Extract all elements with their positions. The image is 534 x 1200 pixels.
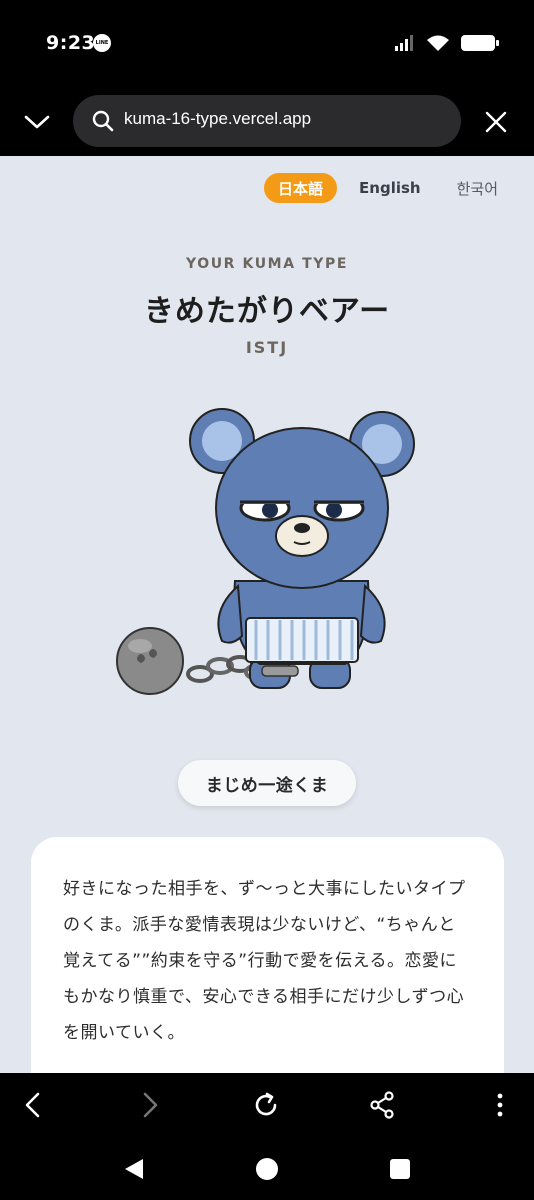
reload-button[interactable]	[248, 1087, 284, 1123]
nav-back-icon	[125, 1159, 143, 1179]
bear-illustration	[116, 408, 415, 695]
url-field[interactable]: kuma-16-type.vercel.app	[73, 95, 461, 147]
lang-english-button[interactable]: English	[345, 173, 435, 203]
status-bar: 9:23 LINE	[0, 0, 534, 88]
web-page: 日本語 English 한국어 YOUR KUMA TYPE きめたがりベアー …	[0, 156, 534, 1073]
back-button[interactable]	[15, 1087, 51, 1123]
status-time: 9:23	[46, 32, 96, 54]
close-tab-button[interactable]	[480, 106, 512, 138]
description-text: 好きになった相手を、ず〜っと大事にしたいタイプのくま。派手な愛情表現は少ないけど…	[63, 879, 466, 1043]
forward-icon	[143, 1092, 158, 1118]
browser-address-bar: kuma-16-type.vercel.app	[0, 88, 534, 156]
description-card: 好きになった相手を、ず〜っと大事にしたいタイプのくま。派手な愛情表現は少ないけど…	[31, 837, 504, 1073]
system-navigation-bar	[0, 1137, 534, 1200]
reload-icon	[255, 1092, 277, 1116]
share-button[interactable]	[364, 1087, 400, 1123]
nav-recents-button[interactable]	[388, 1157, 412, 1181]
nav-recents-icon	[390, 1159, 410, 1179]
wifi-icon	[427, 35, 449, 51]
url-text: kuma-16-type.vercel.app	[124, 109, 312, 128]
striped-shorts	[245, 617, 359, 663]
more-button[interactable]	[482, 1087, 518, 1123]
lang-korean-button[interactable]: 한국어	[443, 173, 512, 203]
search-icon	[92, 110, 114, 132]
type-tag-chip: まじめ一途くま	[178, 760, 356, 806]
nav-home-icon	[256, 1158, 278, 1180]
type-label: YOUR KUMA TYPE	[185, 256, 349, 272]
back-icon	[25, 1092, 40, 1118]
more-icon	[497, 1093, 503, 1117]
chevron-down-icon	[24, 115, 50, 129]
signal-icon	[395, 35, 413, 51]
forward-button[interactable]	[132, 1087, 168, 1123]
close-icon	[485, 111, 507, 133]
type-code: ISTJ	[245, 338, 289, 357]
share-icon	[370, 1091, 394, 1119]
battery-icon	[461, 35, 499, 51]
nav-home-button[interactable]	[255, 1157, 279, 1181]
type-name: きめたがりベアー	[143, 294, 391, 329]
language-switcher: 日本語 English 한국어	[264, 173, 512, 203]
status-indicators	[394, 34, 500, 52]
lang-japanese-button[interactable]: 日本語	[264, 173, 338, 203]
collapse-button[interactable]	[20, 106, 54, 138]
line-app-icon: LINE	[93, 34, 111, 52]
nav-back-button[interactable]	[122, 1157, 146, 1181]
browser-toolbar	[0, 1073, 534, 1137]
